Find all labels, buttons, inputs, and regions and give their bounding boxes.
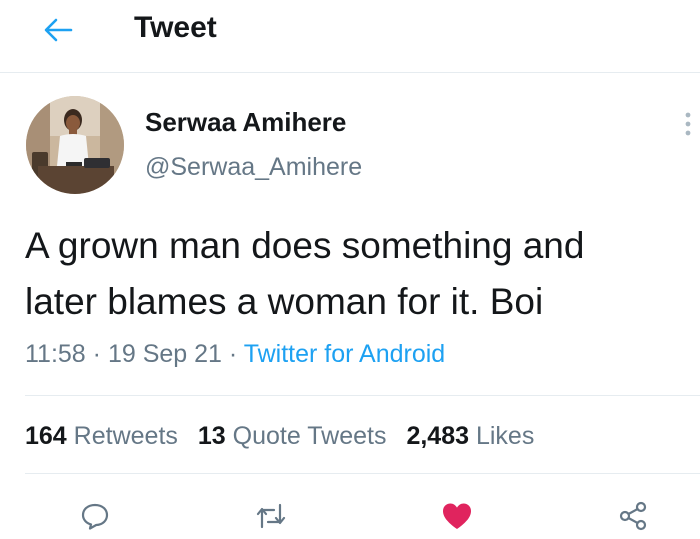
profile-photo: [26, 96, 124, 194]
tweet-source-link[interactable]: Twitter for Android: [244, 340, 445, 368]
avatar[interactable]: [26, 96, 124, 194]
author-handle[interactable]: @Serwaa_Amihere: [145, 151, 362, 183]
more-options-button[interactable]: [676, 106, 700, 142]
retweets-label: Retweets: [73, 422, 178, 450]
likes-label: Likes: [475, 422, 535, 450]
top-bar: Tweet: [0, 0, 700, 73]
divider: [25, 473, 700, 474]
divider: [25, 395, 700, 396]
likes-stat[interactable]: 2,483 Likes: [406, 422, 534, 450]
likes-count: 2,483: [406, 422, 470, 450]
reply-icon: [81, 503, 109, 530]
tweet-meta: 11:58 · 19 Sep 21 · Twitter for Android: [25, 337, 445, 371]
retweet-button[interactable]: [249, 496, 293, 536]
reply-button[interactable]: [73, 496, 117, 536]
quote-tweets-count: 13: [197, 422, 226, 450]
meta-separator: ·: [228, 340, 238, 368]
share-button[interactable]: [611, 496, 655, 536]
tweet-date: 19 Sep 21: [107, 340, 222, 368]
tweet-stats: 164 Retweets 13 Quote Tweets 2,483 Likes: [25, 418, 554, 454]
arrow-left-icon: [44, 18, 73, 42]
back-button[interactable]: [36, 10, 80, 50]
like-icon: [443, 503, 471, 529]
more-vertical-icon: [685, 112, 691, 136]
quote-tweets-stat[interactable]: 13 Quote Tweets: [198, 422, 387, 450]
retweets-stat[interactable]: 164 Retweets: [25, 422, 178, 450]
like-button[interactable]: [435, 496, 479, 536]
quote-tweets-label: Quote Tweets: [232, 422, 387, 450]
share-icon: [619, 501, 647, 531]
retweet-icon: [256, 503, 286, 529]
meta-separator: ·: [92, 340, 101, 368]
tweet-text: A grown man does something and later bla…: [25, 225, 585, 322]
page-title: Tweet: [134, 11, 217, 44]
tweet-time: 11:58: [25, 340, 86, 368]
retweets-count: 164: [25, 422, 67, 450]
author-display-name[interactable]: Serwaa Amihere: [145, 106, 346, 138]
